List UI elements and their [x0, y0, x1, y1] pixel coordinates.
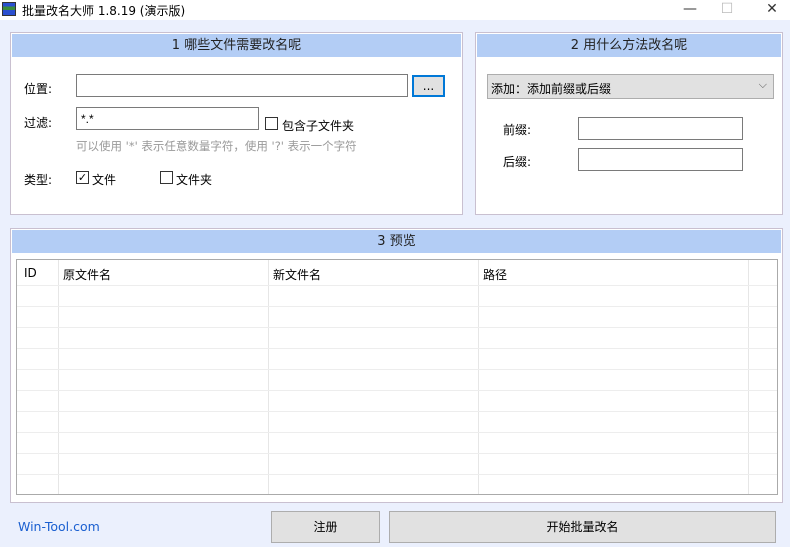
method-selected-value: 添加：添加前缀或后缀	[491, 82, 612, 96]
preview-table[interactable]: ID 原文件名 新文件名 路径	[16, 259, 778, 495]
filter-hint: 可以使用 '*' 表示任意数量字符，使用 '?' 表示一个字符	[76, 139, 357, 153]
browse-button[interactable]: ...	[412, 75, 445, 97]
window-title: 批量改名大师 1.8.19 (演示版)	[22, 4, 186, 18]
website-link[interactable]: Win-Tool.com	[18, 519, 100, 534]
include-subfolders-checkbox[interactable]	[265, 117, 278, 130]
register-button[interactable]: 注册	[271, 511, 380, 543]
prefix-label: 前缀:	[503, 123, 532, 137]
close-button[interactable]: ✕	[752, 0, 790, 20]
column-header-new-name[interactable]: 新文件名	[273, 266, 321, 283]
type-folder-label: 文件夹	[176, 173, 213, 187]
type-file-label: 文件	[92, 173, 117, 187]
column-header-path[interactable]: 路径	[483, 266, 507, 283]
title-bar: 批量改名大师 1.8.19 (演示版) — ☐ ✕	[0, 0, 790, 20]
type-folder-checkbox[interactable]	[160, 171, 173, 184]
suffix-label: 后缀:	[503, 155, 532, 169]
panel2-header: 2 用什么方法改名呢	[477, 34, 781, 57]
method-select[interactable]: 添加：添加前缀或后缀 ⌵	[487, 74, 774, 99]
panel1-header: 1 哪些文件需要改名呢	[12, 34, 461, 57]
chevron-down-icon: ⌵	[758, 78, 767, 91]
start-rename-button[interactable]: 开始批量改名	[389, 511, 776, 543]
maximize-button[interactable]: ☐	[707, 0, 747, 20]
include-subfolders-label: 包含子文件夹	[282, 119, 355, 133]
filter-label: 过滤:	[24, 116, 53, 130]
suffix-input[interactable]	[578, 148, 743, 171]
filter-input[interactable]	[76, 107, 259, 130]
column-header-original-name[interactable]: 原文件名	[63, 266, 111, 283]
app-icon	[2, 2, 16, 16]
checkmark-icon: ✓	[77, 171, 88, 184]
location-label: 位置:	[24, 82, 53, 96]
location-input[interactable]	[76, 74, 408, 97]
type-file-checkbox[interactable]: ✓	[76, 171, 89, 184]
type-label: 类型:	[24, 173, 53, 187]
minimize-button[interactable]: —	[670, 0, 710, 20]
column-header-id[interactable]: ID	[24, 266, 37, 280]
panel3-header: 3 预览	[12, 230, 781, 253]
prefix-input[interactable]	[578, 117, 743, 140]
